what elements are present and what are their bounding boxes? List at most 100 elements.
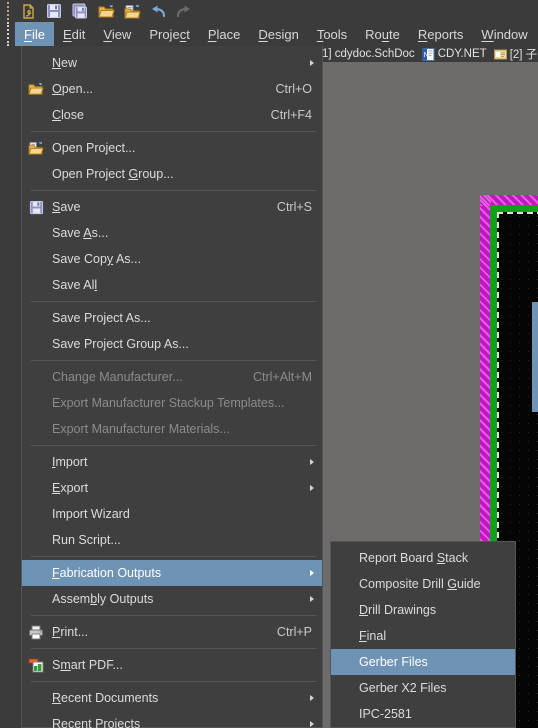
menu-item-import[interactable]: Import: [22, 449, 322, 475]
menu-item-recent-documents[interactable]: Recent Documents: [22, 685, 322, 711]
submenu-item-report-board-stack-post: tack: [445, 551, 469, 565]
menubar-item-reports-rest: eports: [427, 26, 464, 42]
menu-item-change-manufacturer-shortcut: Ctrl+Alt+M: [252, 370, 312, 384]
document-tab-schdoc-label: 1] cdydoc.SchDoc: [322, 48, 415, 60]
menu-item-save-project-as[interactable]: Save Project As...: [22, 305, 322, 331]
menu-item-smart-pdf-accel: m: [60, 658, 71, 672]
open-folder-icon: [26, 80, 46, 98]
menu-item-export[interactable]: Export: [22, 475, 322, 501]
menu-item-save[interactable]: Save Ctrl+S: [22, 194, 322, 220]
open-folder-icon[interactable]: [93, 1, 119, 21]
menu-item-save-as-accel: A: [83, 226, 92, 240]
submenu-item-report-board-stack[interactable]: Report Board Stack: [331, 545, 515, 571]
menu-item-run-script[interactable]: Run Script...: [22, 527, 322, 553]
menu-separator: [31, 681, 316, 682]
menu-item-export-stackup-templates: Export Manufacturer Stackup Templates...: [22, 390, 322, 416]
submenu-item-gerber-x2-files[interactable]: Gerber X2 Files: [331, 675, 515, 701]
menu-item-open-accel: O: [52, 82, 62, 96]
menu-item-open-project-group-pre: Open Project: [52, 167, 129, 181]
menubar-item-route-accel: u: [381, 26, 390, 42]
menu-item-save-all[interactable]: Save All: [22, 272, 322, 298]
application-window: File Edit View Project Place Design Tool…: [0, 0, 538, 728]
submenu-item-drill-drawings[interactable]: Drill Drawings: [331, 597, 515, 623]
menubar-item-route[interactable]: Route: [356, 22, 409, 46]
chevron-right-icon: [310, 596, 314, 602]
redo-icon[interactable]: [171, 1, 197, 21]
menu-item-open-project-group[interactable]: Open Project Group...: [22, 161, 322, 187]
menu-item-recent-projects[interactable]: Recent Projects: [22, 711, 322, 728]
smart-pdf-icon: [26, 656, 46, 674]
menu-separator: [31, 648, 316, 649]
menu-item-smart-pdf-post: art PDF...: [70, 658, 123, 672]
document-tab-cdynet[interactable]: N CDY.NET: [422, 47, 487, 61]
submenu-item-drill-drawings-rest: rill Drawings: [368, 603, 437, 617]
menubar-item-file[interactable]: File: [15, 22, 54, 46]
menu-item-recent-documents-accel: R: [52, 691, 62, 705]
save-icon: [26, 198, 46, 216]
open-project-icon[interactable]: [119, 1, 145, 21]
menu-item-save-all-pre: Save Al: [52, 278, 95, 292]
menubar-drag-handle[interactable]: [7, 22, 9, 46]
menu-item-open[interactable]: Open... Ctrl+O: [22, 76, 322, 102]
menubar-item-file-accel: F: [24, 26, 32, 42]
vertical-scrollbar-thumb[interactable]: [532, 302, 538, 412]
save-icon[interactable]: [41, 1, 67, 21]
menu-item-print[interactable]: Print... Ctrl+P: [22, 619, 322, 645]
menubar-item-design[interactable]: Design: [249, 22, 307, 46]
menu-item-import-rest: mport: [55, 455, 88, 469]
menu-item-save-project-group-as[interactable]: Save Project Group As...: [22, 331, 322, 357]
svg-text:N: N: [423, 52, 428, 59]
menu-item-save-shortcut: Ctrl+S: [276, 200, 312, 214]
menu-item-smart-pdf[interactable]: Smart PDF...: [22, 652, 322, 678]
menubar-item-window[interactable]: Window: [472, 22, 536, 46]
menubar-item-reports-accel: R: [417, 26, 428, 42]
menu-item-save-as[interactable]: Save As...: [22, 220, 322, 246]
menu-item-assembly-outputs[interactable]: Assembly Outputs: [22, 586, 322, 612]
submenu-item-report-board-stack-accel: S: [436, 551, 446, 565]
undo-icon[interactable]: [145, 1, 171, 21]
menu-separator: [31, 360, 316, 361]
menu-item-open-rest: pen...: [61, 82, 94, 96]
toolbar-drag-handle[interactable]: [7, 2, 11, 20]
menu-item-fabrication-outputs-rest: abrication Outputs: [59, 566, 162, 580]
menu-item-new-rest: ew: [61, 56, 78, 70]
menu-item-open-project[interactable]: Open Project...: [22, 135, 322, 161]
yellow-document-icon: [493, 48, 507, 61]
menu-item-save-rest: ave: [60, 200, 81, 214]
new-document-icon[interactable]: [15, 1, 41, 21]
document-tab-2[interactable]: [2] 子: [493, 46, 537, 62]
menu-item-save-as-pre: Save: [52, 226, 84, 240]
menu-item-save-copy-as[interactable]: Save Copy As...: [22, 246, 322, 272]
menu-bar: File Edit View Project Place Design Tool…: [0, 22, 538, 46]
menubar-item-place[interactable]: Place: [199, 22, 250, 46]
main-toolbar: [0, 0, 538, 22]
menubar-item-tools[interactable]: Tools: [308, 22, 356, 46]
menubar-item-window-rest: indow: [493, 26, 528, 42]
menu-item-open-project-label: Open Project...: [52, 141, 136, 155]
menubar-item-reports[interactable]: Reports: [409, 22, 473, 46]
submenu-item-final[interactable]: Final: [331, 623, 515, 649]
menu-separator: [31, 445, 316, 446]
menu-item-close[interactable]: Close Ctrl+F4: [22, 102, 322, 128]
submenu-item-ipc-2581[interactable]: IPC-2581: [331, 701, 515, 727]
menu-item-save-as-post: s...: [91, 226, 109, 240]
file-dropdown-menu: New Open... Ctrl+O Close Ctrl+F4 Open Pr…: [21, 46, 323, 728]
menu-item-print-rest: rint...: [60, 625, 89, 639]
menu-item-save-copy-as-pre: Save Cop: [52, 252, 107, 266]
document-tab-strip: 1] cdydoc.SchDoc N CDY.NET [2] 子: [322, 46, 538, 62]
menu-item-save-all-accel: l: [94, 278, 98, 292]
submenu-item-report-board-stack-pre: Report Board: [359, 551, 437, 565]
menubar-item-tools-rest: ools: [323, 26, 348, 42]
submenu-item-gerber-files[interactable]: Gerber Files: [331, 649, 515, 675]
submenu-item-composite-drill-guide[interactable]: Composite Drill Guide: [331, 571, 515, 597]
menubar-item-view[interactable]: View: [94, 22, 140, 46]
menu-item-fabrication-outputs[interactable]: Fabrication Outputs: [22, 560, 322, 586]
menubar-item-edit[interactable]: Edit: [54, 22, 94, 46]
menu-item-import-wizard[interactable]: Import Wizard: [22, 501, 322, 527]
menubar-item-project[interactable]: Project: [140, 22, 198, 46]
save-all-icon[interactable]: [67, 1, 93, 21]
document-tab-schdoc[interactable]: 1] cdydoc.SchDoc: [322, 48, 415, 60]
submenu-item-composite-drill-guide-post: uide: [456, 577, 481, 591]
menu-item-import-wizard-label: Import Wizard: [52, 507, 130, 521]
menu-item-new[interactable]: New: [22, 50, 322, 76]
